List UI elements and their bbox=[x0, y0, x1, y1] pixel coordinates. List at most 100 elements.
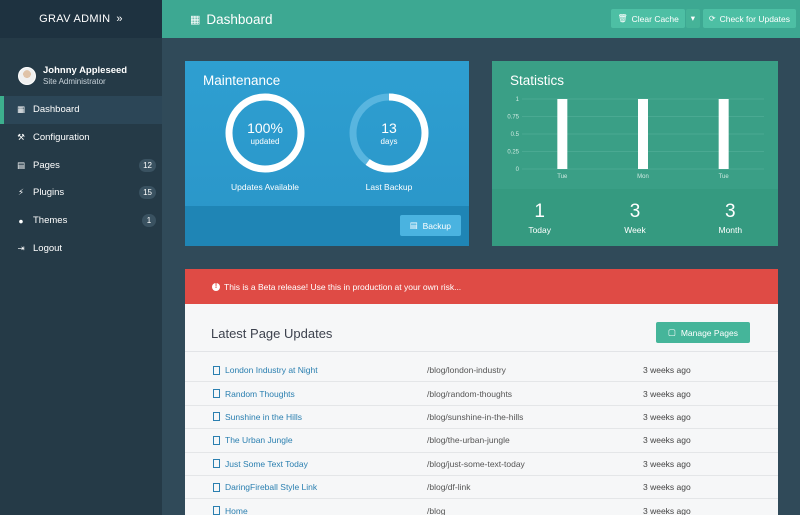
stat-today: 1 Today bbox=[492, 189, 587, 246]
sidebar-item-logout[interactable]: ⇥ Logout bbox=[0, 234, 162, 262]
page-link[interactable]: Just Some Text Today bbox=[213, 459, 308, 469]
plug-icon: ⚡ bbox=[18, 187, 24, 198]
updates-table: London Industry at Night/blog/london-ind… bbox=[185, 359, 778, 515]
top-header: ▦ Dashboard 🗑 Clear Cache ▾ ⟳ Check for … bbox=[162, 0, 800, 38]
divider bbox=[185, 351, 778, 352]
sidebar-item-dashboard[interactable]: ▦ Dashboard bbox=[0, 96, 162, 124]
wrench-icon: ⚒ bbox=[17, 132, 25, 143]
sidebar-item-themes[interactable]: ● Themes 1 bbox=[0, 207, 162, 235]
maintenance-footer: ▤ Backup bbox=[185, 206, 469, 246]
chart-bar bbox=[718, 99, 729, 169]
brand-title: GRAV ADMIN bbox=[39, 13, 111, 25]
database-icon: ▤ bbox=[409, 220, 418, 230]
sidebar: GRAV ADMIN » Johnny Appleseed Site Admin… bbox=[0, 0, 162, 515]
backup-label: Last Backup bbox=[365, 182, 413, 192]
statistics-title: Statistics bbox=[510, 73, 565, 88]
updates-gauge: 100% updated bbox=[225, 93, 305, 173]
page-link[interactable]: London Industry at Night bbox=[213, 365, 318, 375]
page-route: /blog/london-industry bbox=[427, 365, 506, 376]
file-icon bbox=[213, 389, 220, 399]
clear-cache-label: Clear Cache bbox=[631, 13, 679, 24]
chart-bar bbox=[638, 99, 648, 169]
file-icon bbox=[213, 459, 220, 469]
page-link[interactable]: Home bbox=[213, 506, 248, 515]
page-updated-time: 3 weeks ago bbox=[643, 505, 691, 515]
sidebar-item-plugins[interactable]: ⚡ Plugins 15 bbox=[0, 179, 162, 207]
page-route: /blog/df-link bbox=[427, 482, 471, 493]
stat-today-value: 1 bbox=[534, 201, 545, 222]
latest-updates-panel: Latest Page Updates ▢ Manage Pages Londo… bbox=[185, 304, 778, 515]
page-route: /blog/just-some-text-today bbox=[427, 458, 525, 469]
sign-out-icon: ⇥ bbox=[17, 242, 25, 253]
file-icon bbox=[213, 412, 220, 422]
latest-updates-title: Latest Page Updates bbox=[211, 326, 333, 341]
manage-pages-label: Manage Pages bbox=[680, 327, 738, 338]
sidebar-item-pages[interactable]: ▤ Pages 12 bbox=[0, 151, 162, 179]
user-role: Site Administrator bbox=[43, 77, 106, 86]
page-link[interactable]: Random Thoughts bbox=[213, 389, 295, 399]
statistics-card: Statistics 1 0.75 0.5 0.25 0 Tue Mon Tue 1 Toda… bbox=[492, 61, 778, 246]
sidebar-item-label: Themes bbox=[33, 215, 68, 227]
page-title-link[interactable]: The Urban Jungle bbox=[225, 435, 293, 445]
tint-icon: ● bbox=[18, 215, 24, 226]
page-route: /blog/random-thoughts bbox=[427, 388, 513, 399]
sidebar-item-label: Plugins bbox=[33, 187, 65, 199]
count-badge: 15 bbox=[139, 186, 156, 200]
table-row: Sunshine in the Hills/blog/sunshine-in-t… bbox=[185, 406, 778, 430]
stat-month: 3 Month bbox=[683, 189, 778, 246]
page-title-link[interactable]: London Industry at Night bbox=[225, 365, 318, 375]
beta-alert: ! This is a Beta release! Use this in pr… bbox=[185, 269, 778, 304]
sidebar-item-label: Configuration bbox=[33, 132, 90, 144]
file-icon: ▤ bbox=[16, 159, 26, 170]
refresh-icon: ⟳ bbox=[708, 14, 716, 23]
page-route: /blog bbox=[427, 505, 446, 515]
page-title-link[interactable]: Home bbox=[225, 506, 248, 515]
stat-month-label: Month bbox=[718, 225, 743, 235]
stat-week-label: Week bbox=[624, 225, 646, 235]
x-tick-label: Tue bbox=[557, 174, 568, 179]
clear-cache-dropdown-button[interactable]: ▾ bbox=[685, 9, 700, 28]
statistics-summary: 1 Today 3 Week 3 Month bbox=[492, 189, 778, 246]
page-title-link[interactable]: Just Some Text Today bbox=[225, 459, 308, 469]
y-tick-label: 0.25 bbox=[507, 150, 519, 156]
sidebar-item-configuration[interactable]: ⚒ Configuration bbox=[0, 124, 162, 152]
clear-cache-button[interactable]: 🗑 Clear Cache bbox=[611, 9, 685, 28]
header-actions: 🗑 Clear Cache ▾ ⟳ Check for Updates bbox=[611, 9, 796, 28]
page-title-link[interactable]: Sunshine in the Hills bbox=[225, 412, 302, 422]
backup-button-label: Backup bbox=[422, 220, 451, 231]
page-updated-time: 3 weeks ago bbox=[643, 482, 691, 493]
page-link[interactable]: DaringFireball Style Link bbox=[213, 482, 317, 492]
page-title-link[interactable]: DaringFireball Style Link bbox=[225, 482, 317, 492]
x-tick-label: Tue bbox=[719, 174, 730, 179]
stat-week: 3 Week bbox=[587, 189, 682, 246]
table-row: Random Thoughts/blog/random-thoughts 3 we… bbox=[185, 382, 778, 406]
file-icon bbox=[213, 506, 220, 515]
trash-icon: 🗑 bbox=[617, 14, 628, 23]
page-title-link[interactable]: Random Thoughts bbox=[225, 389, 295, 399]
maintenance-card: Maintenance 100% updated Updates Availab… bbox=[185, 61, 469, 246]
sidebar-item-label: Pages bbox=[33, 159, 60, 171]
table-row: Home/blog 3 weeks ago bbox=[185, 499, 778, 515]
stat-today-label: Today bbox=[528, 225, 551, 235]
chevron-right-icon[interactable]: » bbox=[116, 13, 122, 25]
stat-week-value: 3 bbox=[629, 201, 641, 222]
page-link[interactable]: Sunshine in the Hills bbox=[213, 412, 302, 422]
updates-unit: updated bbox=[250, 137, 280, 146]
backup-value: 13 bbox=[381, 120, 397, 136]
y-tick-label: 1 bbox=[516, 97, 520, 103]
page-title: ▦ Dashboard bbox=[190, 12, 272, 27]
grid-icon: ▦ bbox=[16, 104, 26, 115]
backup-unit: days bbox=[380, 137, 398, 146]
avatar bbox=[18, 66, 36, 85]
sidebar-nav: ▦ Dashboard ⚒ Configuration ▤ Pages 12 ⚡… bbox=[0, 96, 162, 262]
page-link[interactable]: The Urban Jungle bbox=[213, 435, 293, 445]
sidebar-item-label: Logout bbox=[33, 242, 63, 254]
check-updates-button[interactable]: ⟳ Check for Updates bbox=[702, 9, 796, 28]
manage-pages-button[interactable]: ▢ Manage Pages bbox=[655, 322, 750, 343]
y-tick-label: 0.5 bbox=[511, 132, 520, 138]
backup-button[interactable]: ▤ Backup bbox=[399, 215, 461, 236]
page-route: /blog/sunshine-in-the-hills bbox=[427, 411, 524, 422]
grid-icon: ▦ bbox=[190, 13, 201, 26]
user-profile[interactable]: Johnny Appleseed Site Administrator bbox=[0, 38, 162, 96]
brand-bar[interactable]: GRAV ADMIN » bbox=[0, 0, 162, 38]
